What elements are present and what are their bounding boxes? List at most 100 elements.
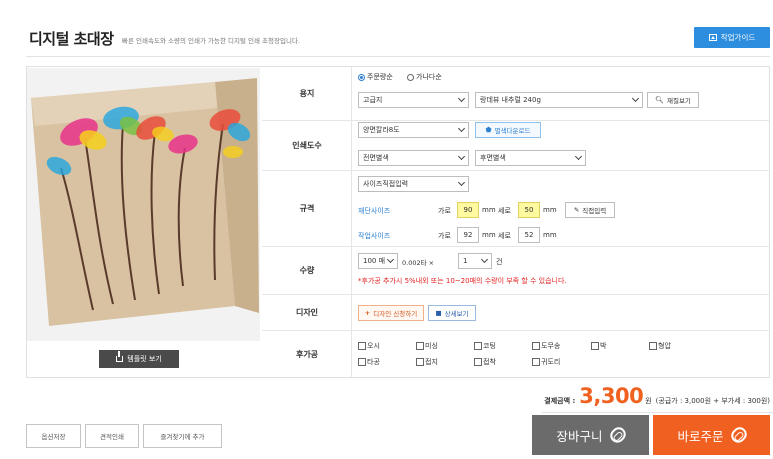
chevron-down-icon [457,94,466,103]
row-divider [351,295,352,330]
design-label: 디자인 [295,308,319,317]
print-sides-select[interactable]: 양면칼라8도 [358,122,469,138]
design-detail-button[interactable]: ■ 상세보기 [428,305,476,321]
finishing-option-label: 박 [600,342,607,350]
price-divider [542,412,773,413]
direct-input-label: 직접입력 [582,207,607,215]
row-divider [351,171,352,246]
quantity-row: 수량 100 매 0.002타 × 1 건 *후가공 추가시 5%내외 또는 1… [262,247,770,295]
front-spot-select[interactable]: 전면별색 [358,150,469,166]
finishing-option-fold[interactable]: 접지 [416,357,438,367]
paper-value: 랑데뷰 내추럴 240g [480,96,541,104]
chevron-down-icon [457,178,466,187]
material-view-button[interactable]: 🔍︎ 재질보기 [647,92,699,108]
back-spot-value: 후면별색 [480,154,506,162]
buy-now-button[interactable]: 바로주문 [653,415,770,455]
invitation-card-illustration [27,68,260,341]
print-color-label: 인쇄도수 [292,141,322,150]
size-mode-value: 사이즈직접입력 [363,180,409,188]
finishing-option-punch[interactable]: 타공 [358,357,380,367]
finishing-option-label: 접지 [425,358,438,366]
chevron-down-icon [386,255,395,264]
finishing-option-coating[interactable]: 코팅 [474,341,496,351]
quantity-label: 수량 [299,266,315,275]
quantity-select[interactable]: 100 매 [358,253,398,269]
template-view-label: 템플릿 보기 [127,355,162,363]
cart-button[interactable]: 장바구니 [532,415,649,455]
cut-height-input[interactable]: 50 [518,202,540,218]
checkbox-icon [358,358,366,366]
design-request-button[interactable]: + 디자인 신청하기 [358,305,424,321]
design-detail-label: 상세보기 [444,310,469,318]
payment-detail: (공급가 : 3,000원 + 부가세 : 300원) [655,397,770,405]
finishing-option-missing[interactable]: 미싱 [416,341,438,351]
search-icon: 🔍︎ [655,96,664,104]
checkbox-icon [474,358,482,366]
finishing-option-label: 오시 [367,342,380,350]
buy-now-label: 바로주문 [677,428,724,444]
finishing-option-round-corner[interactable]: 귀도리 [532,357,560,367]
work-height-input[interactable]: 52 [518,227,540,243]
quote-print-button[interactable]: 견적인쇄 [85,424,139,448]
back-spot-select[interactable]: 후면별색 [475,150,586,166]
size-mode-select[interactable]: 사이즈직접입력 [358,176,469,192]
payment-value: 3,300 [579,384,644,408]
cut-size-label: 재단사이즈 [358,207,391,215]
options-panel: 용지 주문량순 가나다순 고급지 랑데뷰 내추럴 240g 🔍︎ 재질보기 인쇄… [262,66,770,378]
finishing-option-label: 미싱 [425,342,438,350]
plus-icon: + [364,309,371,317]
work-guide-button[interactable]: 작업가이드 [694,27,770,48]
finishing-option-label: 타공 [367,358,380,366]
radio-icon [407,73,414,81]
cart-label: 장바구니 [556,428,603,444]
image-icon [708,34,717,41]
template-view-button[interactable]: 템플릿 보기 [99,350,179,368]
sort-by-alpha-radio[interactable]: 가나다순 [407,72,442,82]
finishing-option-foil[interactable]: 박 [591,341,606,351]
spot-color-download-label: 별색다운로드 [494,127,531,135]
paper-type-select[interactable]: 고급지 [358,92,469,108]
direct-input-button[interactable]: ✎ 직접입력 [565,202,615,218]
design-request-label: 디자인 신청하기 [373,310,418,318]
cut-width-input[interactable]: 90 [457,202,479,218]
header-divider [26,56,770,57]
save-option-button[interactable]: 옵션저장 [26,424,81,448]
work-height-label: 세로 [498,232,511,240]
chevron-down-icon [457,152,466,161]
size-label: 규격 [299,204,315,213]
finishing-option-domusong[interactable]: 도무송 [532,341,560,351]
checkbox-icon [416,342,424,350]
sort-by-orders-radio[interactable]: 주문량순 [358,72,393,82]
paper-select[interactable]: 랑데뷰 내추럴 240g [475,92,643,108]
chevron-down-icon [457,124,466,133]
checkbox-icon [474,342,482,350]
row-divider [351,121,352,170]
work-width-label: 가로 [438,232,451,240]
work-width-input[interactable]: 92 [457,227,479,243]
page-header: 디지털 초대장 빠른 인쇄속도와 소량의 인쇄가 가능한 디지털 인쇄 초청장입… [26,26,770,56]
paper-type-value: 고급지 [363,96,383,104]
row-divider [351,247,352,294]
sort-option-label: 주문량순 [367,73,393,81]
unit-label: mm [482,206,496,214]
finishing-option-label: 형압 [658,342,671,350]
bookmark-icon: ■ [435,309,442,317]
checkbox-icon [416,358,424,366]
count-value: 1 [463,257,468,265]
payment-amount: 결제금액 : 3,300 원 (공급가 : 3,000원 + 부가세 : 300… [542,384,773,413]
finishing-option-emboss[interactable]: 형압 [649,341,671,351]
finishing-label: 후가공 [295,350,319,359]
product-image [27,68,260,341]
material-view-label: 재질보기 [666,97,691,105]
page-title: 디지털 초대장 [29,30,114,48]
finishing-option-osi[interactable]: 오시 [358,341,380,351]
finishing-row: 후가공 오시 미싱 코팅 도무송 박 형압 타공 접지 접착 귀도리 [262,331,770,378]
add-favorite-button[interactable]: 즐겨찾기에 추가 [143,424,222,448]
radio-selected-icon [358,73,365,81]
spot-color-download-button[interactable]: ⬟ 별색다운로드 [475,122,541,138]
unit-label: mm [543,231,557,239]
pencil-icon: ✎ [573,206,580,214]
quantity-notice: *후가공 추가시 5%내외 또는 10~20매의 수량이 부족 할 수 있습니다… [358,277,567,285]
finishing-option-glue[interactable]: 접착 [474,357,496,367]
count-select[interactable]: 1 [458,253,492,269]
